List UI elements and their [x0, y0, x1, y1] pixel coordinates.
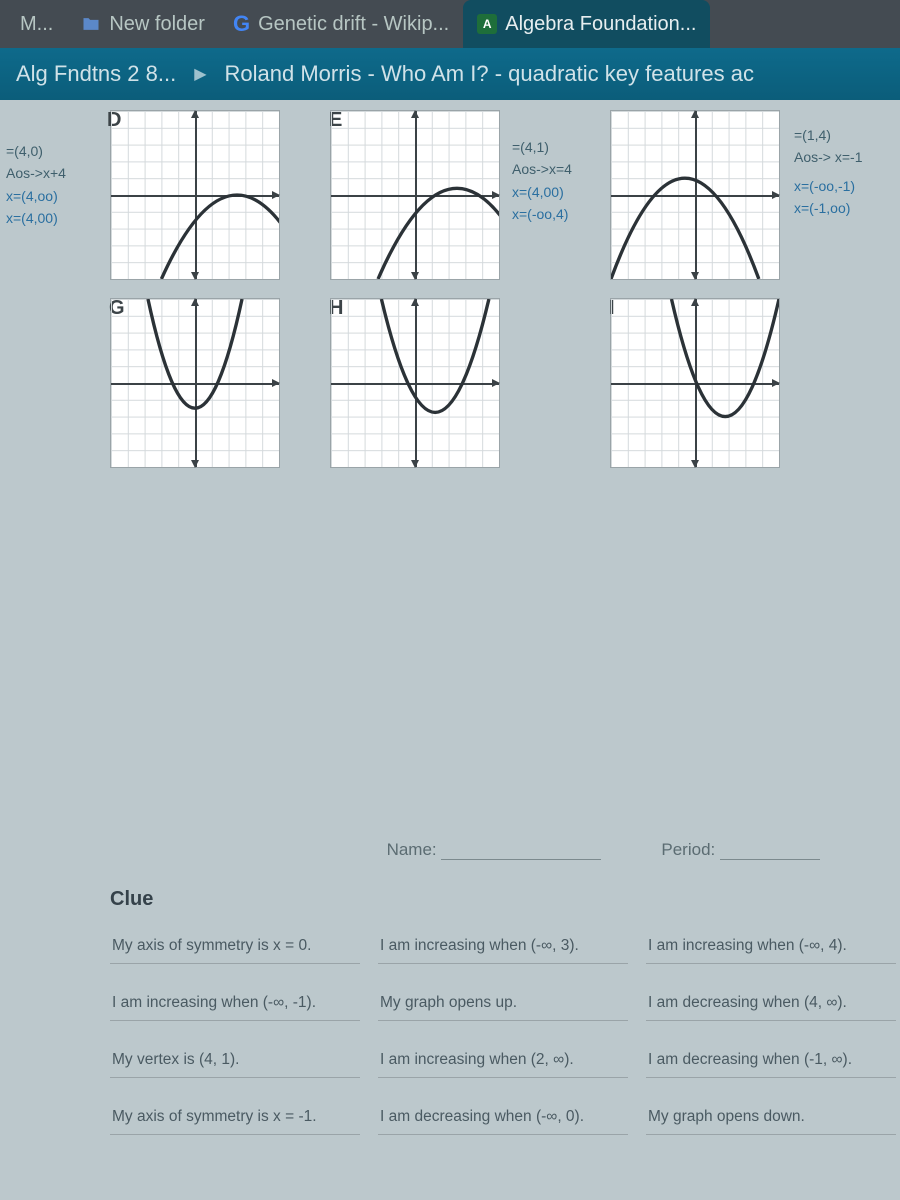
tab-wikipedia[interactable]: G Genetic drift - Wikip...: [219, 0, 463, 48]
tab-label: Algebra Foundation...: [505, 13, 696, 36]
interval-label: x=(-1,oo): [794, 197, 862, 219]
labels-left-col: =(4,0) Aos->x+4 x=(4,oo) x=(4,00): [6, 140, 66, 230]
tab-new-folder[interactable]: New folder: [67, 0, 219, 48]
graph-i: I: [610, 298, 780, 468]
breadcrumb-folder[interactable]: Alg Fndtns 2 8...: [16, 61, 176, 87]
aos-label: Aos-> x=-1: [794, 146, 862, 168]
google-icon: G: [233, 11, 250, 37]
clue-cell: My axis of symmetry is x = -1.: [110, 1108, 360, 1135]
aos-label: Aos->x+4: [6, 162, 66, 184]
labels-mid-col: =(4,1) Aos->x=4 x=(4,00) x=(-oo,4): [512, 136, 572, 226]
tab-label: M...: [20, 13, 53, 36]
vertex-label: =(1,4): [794, 124, 862, 146]
vertex-label: =(4,0): [6, 140, 66, 162]
clue-cell: I am decreasing when (-1, ∞).: [646, 1051, 896, 1078]
interval-label: x=(4,00): [6, 207, 66, 229]
period-blank[interactable]: [720, 842, 820, 860]
graph-e: E: [330, 110, 500, 280]
name-blank[interactable]: [441, 842, 601, 860]
parabola-curve: [111, 299, 279, 467]
graph-h: H: [330, 298, 500, 468]
parabola-curve: [611, 299, 779, 467]
graph-g: G: [110, 298, 280, 468]
interval-label: x=(-oo,-1): [794, 175, 862, 197]
tab-m[interactable]: M...: [6, 0, 67, 48]
clue-header: Clue: [110, 888, 860, 911]
labels-right-col: =(1,4) Aos-> x=-1 x=(-oo,-1) x=(-1,oo): [794, 124, 862, 220]
document-page: =(4,0) Aos->x+4 x=(4,oo) x=(4,00) D E =(…: [0, 100, 900, 1200]
clue-cell: My axis of symmetry is x = 0.: [110, 937, 360, 964]
clue-cell: I am decreasing when (4, ∞).: [646, 994, 896, 1021]
tab-label: New folder: [109, 13, 205, 36]
worksheet-section: Name: Period: Clue My axis of symmetry i…: [70, 840, 860, 1135]
period-label: Period:: [661, 840, 715, 859]
clue-cell: My vertex is (4, 1).: [110, 1051, 360, 1078]
interval-label: x=(4,oo): [6, 185, 66, 207]
parabola-curve: [331, 299, 499, 467]
browser-tab-strip: M... New folder G Genetic drift - Wikip.…: [0, 0, 900, 48]
folder-icon: [81, 14, 101, 34]
aplus-icon: A: [477, 14, 497, 34]
clue-cell: I am increasing when (2, ∞).: [378, 1051, 628, 1078]
name-label: Name:: [387, 840, 437, 859]
clue-cell: I am decreasing when (-∞, 0).: [378, 1108, 628, 1135]
clue-cell: I am increasing when (-∞, 3).: [378, 937, 628, 964]
parabola-curve: [331, 111, 499, 279]
aos-label: Aos->x=4: [512, 158, 572, 180]
tab-algebra[interactable]: A Algebra Foundation...: [463, 0, 710, 48]
graph-d: D: [110, 110, 280, 280]
chevron-right-icon: ▶: [194, 64, 206, 84]
graph-f: [610, 110, 780, 280]
clue-cell: My graph opens down.: [646, 1108, 896, 1135]
clue-grid: My axis of symmetry is x = 0. I am incre…: [110, 937, 860, 1135]
clue-cell: My graph opens up.: [378, 994, 628, 1021]
parabola-curve: [611, 111, 779, 279]
parabola-curve: [111, 111, 279, 279]
interval-label: x=(4,00): [512, 181, 572, 203]
vertex-label: =(4,1): [512, 136, 572, 158]
interval-label: x=(-oo,4): [512, 203, 572, 225]
document-bar: Alg Fndtns 2 8... ▶ Roland Morris - Who …: [0, 48, 900, 100]
clue-cell: I am increasing when (-∞, 4).: [646, 937, 896, 964]
clue-cell: I am increasing when (-∞, -1).: [110, 994, 360, 1021]
tab-label: Genetic drift - Wikip...: [258, 13, 449, 36]
breadcrumb-title: Roland Morris - Who Am I? - quadratic ke…: [225, 61, 754, 87]
